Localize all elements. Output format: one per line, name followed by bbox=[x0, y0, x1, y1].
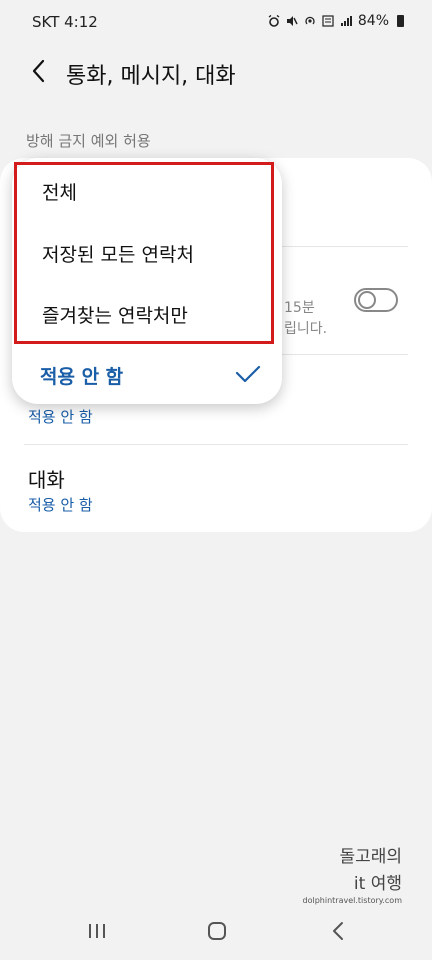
conversation-value: 적용 안 함 bbox=[28, 496, 93, 514]
conversation-title: 대화 bbox=[28, 468, 65, 492]
chevron-left-icon[interactable] bbox=[26, 56, 54, 86]
repeat-callers-toggle[interactable] bbox=[354, 288, 398, 312]
mute-icon bbox=[286, 16, 298, 26]
recents-icon[interactable] bbox=[86, 922, 108, 940]
battery-icon bbox=[397, 15, 404, 27]
status-bar: SKT 4:12 84% bbox=[0, 0, 432, 44]
carrier-time: SKT 4:12 bbox=[32, 13, 98, 31]
page-title: 통화, 메시지, 대화 bbox=[66, 64, 236, 89]
watermark-line-2: it 여행 bbox=[353, 874, 402, 894]
app-header: 통화, 메시지, 대화 bbox=[0, 44, 432, 100]
navigation-bar bbox=[0, 900, 432, 960]
description-line-2: 립니다. bbox=[284, 321, 328, 337]
status-icons: 84% bbox=[268, 13, 404, 29]
toggle-knob bbox=[358, 291, 376, 309]
divider bbox=[24, 444, 408, 445]
checkmark-icon bbox=[235, 365, 261, 383]
row-value: 적용 안 함 bbox=[28, 408, 93, 426]
battery-percent: 84% bbox=[357, 13, 389, 29]
selected-option-label: 적용 안 함 bbox=[40, 366, 124, 388]
signal-icon bbox=[340, 16, 352, 26]
home-icon[interactable] bbox=[206, 920, 228, 942]
back-icon[interactable] bbox=[330, 920, 346, 942]
watermark: 돌고래의 it 여행 dolphintravel.tistory.com bbox=[303, 842, 402, 905]
watermark-line-1: 돌고래의 bbox=[339, 847, 402, 867]
section-label: 방해 금지 예외 허용 bbox=[26, 132, 151, 150]
highlight-box bbox=[14, 162, 274, 344]
vowifi-icon bbox=[322, 15, 334, 27]
alarm-icon bbox=[268, 15, 280, 27]
hotspot-icon bbox=[305, 16, 315, 25]
description-line-1: 15분 bbox=[284, 300, 315, 316]
